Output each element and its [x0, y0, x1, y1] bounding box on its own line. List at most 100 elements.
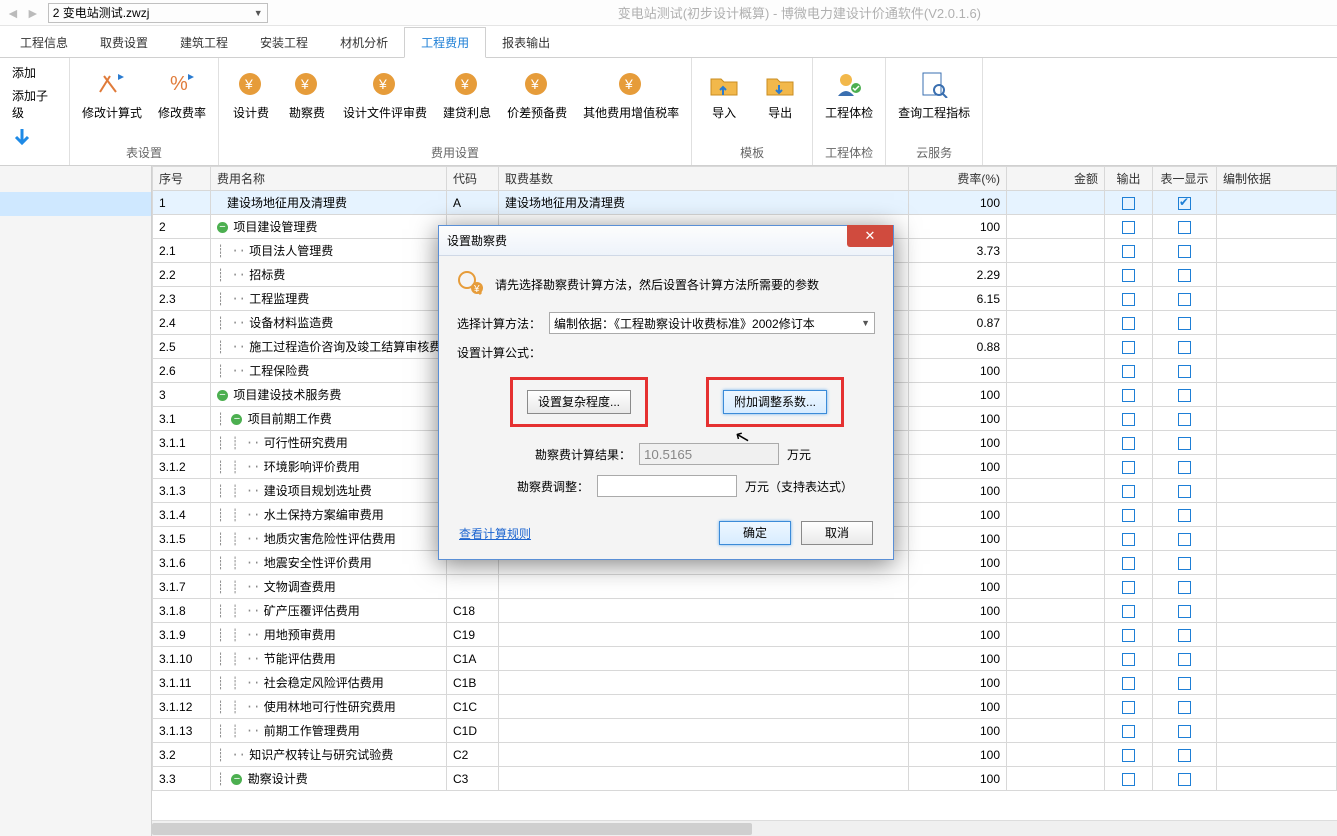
show-checkbox[interactable] [1178, 533, 1191, 546]
output-checkbox[interactable] [1122, 677, 1135, 690]
table-row[interactable]: 3.1.9┊ ┊ ·· 用地预审费用C19100 [153, 623, 1337, 647]
show-checkbox[interactable] [1178, 221, 1191, 234]
table-row[interactable]: 3.3┊ − 勘察设计费C3100 [153, 767, 1337, 791]
show-checkbox[interactable] [1178, 293, 1191, 306]
h-scrollbar[interactable] [152, 820, 1337, 836]
output-checkbox[interactable] [1122, 557, 1135, 570]
output-checkbox[interactable] [1122, 581, 1135, 594]
edit-rate-button[interactable]: %修改费率 [154, 62, 210, 125]
show-checkbox[interactable] [1178, 485, 1191, 498]
fee-btn-0[interactable]: ¥设计费 [227, 62, 275, 125]
tab-5[interactable]: 工程费用 [404, 27, 486, 58]
col-header[interactable]: 费用名称 [211, 167, 447, 191]
project-check-button[interactable]: 工程体检 [821, 62, 877, 125]
show-checkbox[interactable] [1178, 413, 1191, 426]
forward-icon[interactable]: ► [26, 5, 40, 21]
table-row[interactable]: 3.2┊ ·· 知识产权转让与研究试验费C2100 [153, 743, 1337, 767]
fee-btn-1[interactable]: ¥勘察费 [283, 62, 331, 125]
output-checkbox[interactable] [1122, 773, 1135, 786]
show-checkbox[interactable] [1178, 365, 1191, 378]
show-checkbox[interactable] [1178, 509, 1191, 522]
table-row[interactable]: 3.1.7┊ ┊ ·· 文物调查费用100 [153, 575, 1337, 599]
table-row[interactable]: 3.1.11┊ ┊ ·· 社会稳定风险评估费用C1B100 [153, 671, 1337, 695]
output-checkbox[interactable] [1122, 605, 1135, 618]
add-button[interactable]: 添加 [8, 62, 40, 83]
show-checkbox[interactable] [1178, 341, 1191, 354]
tab-0[interactable]: 工程信息 [4, 28, 84, 57]
fee-btn-5[interactable]: ¥其他费用增值税率 [579, 62, 683, 125]
tab-3[interactable]: 安装工程 [244, 28, 324, 57]
show-checkbox[interactable] [1178, 437, 1191, 450]
show-checkbox[interactable] [1178, 461, 1191, 474]
table-row[interactable]: 3.1.8┊ ┊ ·· 矿产压覆评估费用C18100 [153, 599, 1337, 623]
import-button[interactable]: 导入 [700, 62, 748, 125]
output-checkbox[interactable] [1122, 509, 1135, 522]
output-checkbox[interactable] [1122, 341, 1135, 354]
adjust-coeff-button[interactable]: 附加调整系数... [723, 390, 827, 414]
edit-formula-button[interactable]: 修改计算式 [78, 62, 146, 125]
view-rules-link[interactable]: 查看计算规则 [459, 525, 531, 542]
cancel-button[interactable]: 取消 [801, 521, 873, 545]
tab-2[interactable]: 建筑工程 [164, 28, 244, 57]
output-checkbox[interactable] [1122, 653, 1135, 666]
show-checkbox[interactable] [1178, 701, 1191, 714]
fee-btn-2[interactable]: ¥设计文件评审费 [339, 62, 431, 125]
col-header[interactable]: 金额 [1007, 167, 1105, 191]
show-checkbox[interactable] [1178, 749, 1191, 762]
show-checkbox[interactable] [1178, 605, 1191, 618]
ok-button[interactable]: 确定 [719, 521, 791, 545]
show-checkbox[interactable] [1178, 725, 1191, 738]
output-checkbox[interactable] [1122, 317, 1135, 330]
table-row[interactable]: 3.1.12┊ ┊ ·· 使用林地可行性研究费用C1C100 [153, 695, 1337, 719]
output-checkbox[interactable] [1122, 533, 1135, 546]
show-checkbox[interactable] [1178, 653, 1191, 666]
add-child-button[interactable]: 添加子级 [8, 85, 61, 123]
output-checkbox[interactable] [1122, 245, 1135, 258]
output-checkbox[interactable] [1122, 461, 1135, 474]
show-checkbox[interactable] [1178, 197, 1191, 210]
col-header[interactable]: 代码 [447, 167, 499, 191]
fee-btn-4[interactable]: ¥价差预备费 [503, 62, 571, 125]
tab-6[interactable]: 报表输出 [486, 28, 566, 57]
show-checkbox[interactable] [1178, 245, 1191, 258]
file-combo[interactable]: 2 变电站测试.zwzj ▼ [48, 3, 268, 23]
col-header[interactable]: 编制依据 [1217, 167, 1337, 191]
down-arrow-icon[interactable] [8, 125, 36, 151]
output-checkbox[interactable] [1122, 269, 1135, 282]
output-checkbox[interactable] [1122, 485, 1135, 498]
table-row[interactable]: 1 建设场地征用及清理费A建设场地征用及清理费100 [153, 191, 1337, 215]
table-row[interactable]: 3.1.10┊ ┊ ·· 节能评估费用C1A100 [153, 647, 1337, 671]
output-checkbox[interactable] [1122, 197, 1135, 210]
complexity-button[interactable]: 设置复杂程度... [527, 390, 631, 414]
col-header[interactable]: 输出 [1105, 167, 1153, 191]
back-icon[interactable]: ◄ [6, 5, 20, 21]
tab-1[interactable]: 取费设置 [84, 28, 164, 57]
col-header[interactable]: 序号 [153, 167, 211, 191]
col-header[interactable]: 取费基数 [499, 167, 909, 191]
output-checkbox[interactable] [1122, 725, 1135, 738]
close-button[interactable]: ✕ [847, 225, 893, 247]
output-checkbox[interactable] [1122, 437, 1135, 450]
output-checkbox[interactable] [1122, 221, 1135, 234]
col-header[interactable]: 费率(%) [909, 167, 1007, 191]
fee-btn-3[interactable]: ¥建贷利息 [439, 62, 495, 125]
table-row[interactable]: 3.1.13┊ ┊ ·· 前期工作管理费用C1D100 [153, 719, 1337, 743]
show-checkbox[interactable] [1178, 269, 1191, 282]
output-checkbox[interactable] [1122, 701, 1135, 714]
show-checkbox[interactable] [1178, 317, 1191, 330]
output-checkbox[interactable] [1122, 365, 1135, 378]
output-checkbox[interactable] [1122, 749, 1135, 762]
dialog-title-bar[interactable]: 设置勘察费 ✕ [439, 226, 893, 256]
output-checkbox[interactable] [1122, 389, 1135, 402]
output-checkbox[interactable] [1122, 293, 1135, 306]
col-header[interactable]: 表一显示 [1153, 167, 1217, 191]
show-checkbox[interactable] [1178, 629, 1191, 642]
adjust-input[interactable] [597, 475, 737, 497]
show-checkbox[interactable] [1178, 677, 1191, 690]
show-checkbox[interactable] [1178, 389, 1191, 402]
output-checkbox[interactable] [1122, 413, 1135, 426]
tab-4[interactable]: 材机分析 [324, 28, 404, 57]
export-button[interactable]: 导出 [756, 62, 804, 125]
show-checkbox[interactable] [1178, 773, 1191, 786]
show-checkbox[interactable] [1178, 557, 1191, 570]
